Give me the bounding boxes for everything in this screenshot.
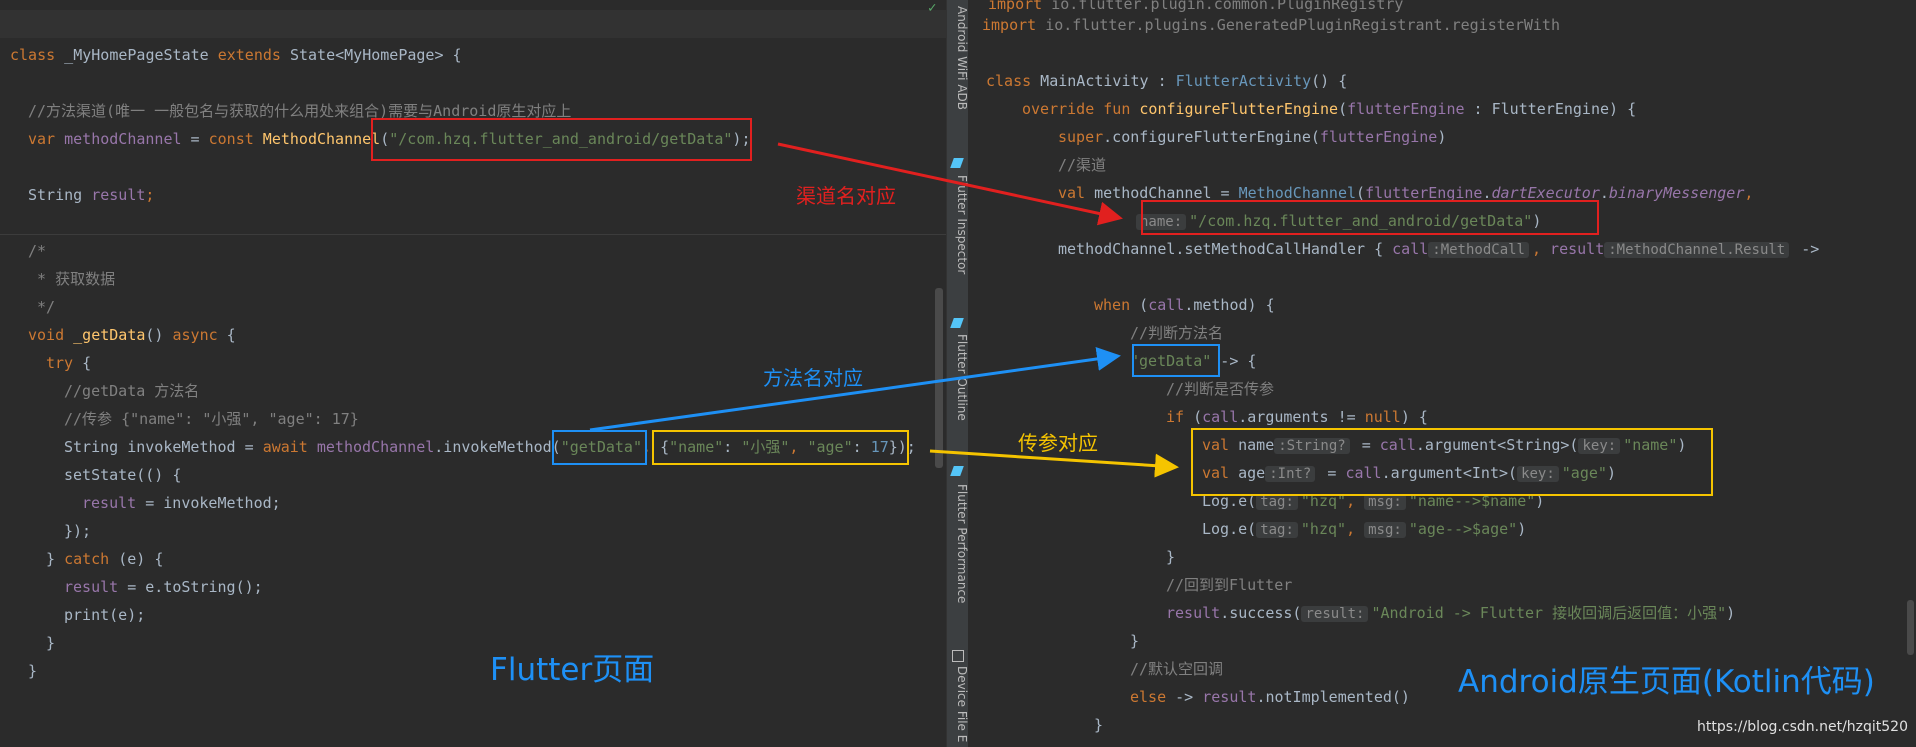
channel-annotation: 渠道名对应 <box>796 184 896 208</box>
params-annotation: 传参对应 <box>1018 431 1098 455</box>
watermark: https://blog.csdn.net/hzqit520 <box>1697 719 1908 735</box>
annotation-arrows <box>589 142 1179 478</box>
method-annotation: 方法名对应 <box>763 366 863 390</box>
